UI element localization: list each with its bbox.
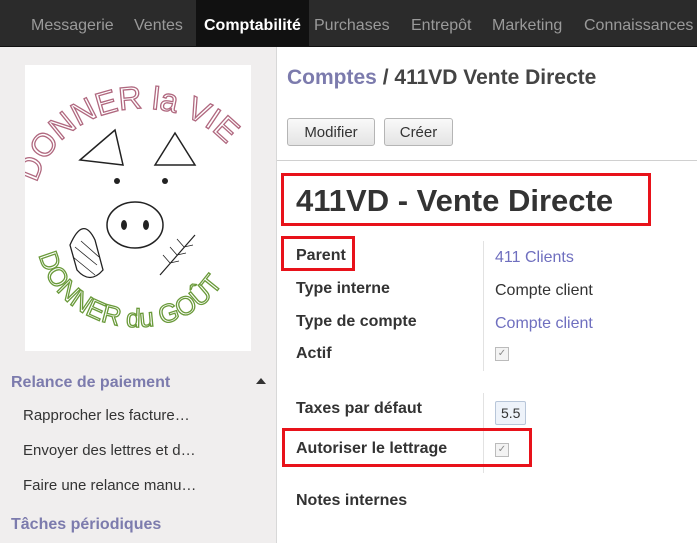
sidebar-item-relance-manuelle[interactable]: Faire une relance manu…	[23, 477, 196, 494]
highlight-parent	[281, 236, 355, 271]
sidebar-item-envoyer-lettres[interactable]: Envoyer des lettres et d…	[23, 442, 196, 459]
value-type-compte[interactable]: Compte client	[495, 315, 593, 333]
highlight-title	[281, 173, 651, 226]
sidebar-item-rapprocher[interactable]: Rapprocher les facture…	[23, 407, 190, 424]
label-notes-internes: Notes internes	[296, 492, 408, 509]
field-separator	[483, 241, 484, 371]
value-parent[interactable]: 411 Clients	[495, 249, 574, 267]
breadcrumb-comptes[interactable]: Comptes	[287, 66, 377, 89]
control-panel: Comptes / 411VD Vente Directe Modifier C…	[277, 47, 697, 161]
value-type-interne: Compte client	[495, 282, 593, 299]
breadcrumb: Comptes / 411VD Vente Directe	[287, 66, 596, 90]
pig-logo-drawing: DONNER la VIE DONNER du GOÛT	[9, 78, 247, 333]
sidebar: DONNER la VIE DONNER du GOÛT Relance de …	[0, 47, 277, 543]
highlight-lettrage	[282, 428, 532, 467]
svg-text:DONNER du GOÛT: DONNER du GOÛT	[33, 247, 228, 333]
label-type-interne: Type interne	[296, 280, 390, 297]
tax-tag[interactable]: 5.5	[495, 401, 527, 425]
menu-marketing[interactable]: Marketing	[492, 0, 562, 46]
menu-messagerie[interactable]: Messagerie	[31, 0, 114, 46]
edit-button[interactable]: Modifier	[287, 118, 375, 146]
menu-comptabilite[interactable]: Comptabilité	[196, 0, 309, 46]
breadcrumb-current: 411VD Vente Directe	[394, 66, 597, 89]
logo-bottom-text: DONNER du GOÛT	[32, 247, 228, 334]
label-actif: Actif	[296, 345, 332, 362]
logo-top-text: DONNER la VIE	[9, 78, 247, 186]
checkbox-actif[interactable]: ✓	[495, 347, 509, 361]
label-type-compte: Type de compte	[296, 313, 417, 330]
menu-ventes[interactable]: Ventes	[134, 0, 183, 46]
menu-entrepot[interactable]: Entrepôt	[411, 0, 471, 46]
sidebar-section-relance[interactable]: Relance de paiement	[11, 374, 170, 392]
svg-text:DONNER la VIE: DONNER la VIE	[25, 79, 247, 185]
menu-purchases[interactable]: Purchases	[314, 0, 390, 46]
collapse-caret-icon[interactable]	[256, 378, 266, 384]
label-taxes: Taxes par défaut	[296, 400, 422, 417]
company-logo[interactable]: DONNER la VIE DONNER du GOÛT	[9, 65, 251, 351]
sidebar-section-taches[interactable]: Tâches périodiques	[11, 516, 161, 534]
breadcrumb-separator: /	[382, 66, 389, 89]
menu-connaissances[interactable]: Connaissances	[584, 0, 693, 46]
create-button[interactable]: Créer	[384, 118, 453, 146]
top-menu-bar: Messagerie Ventes Comptabilité Purchases…	[0, 0, 697, 47]
